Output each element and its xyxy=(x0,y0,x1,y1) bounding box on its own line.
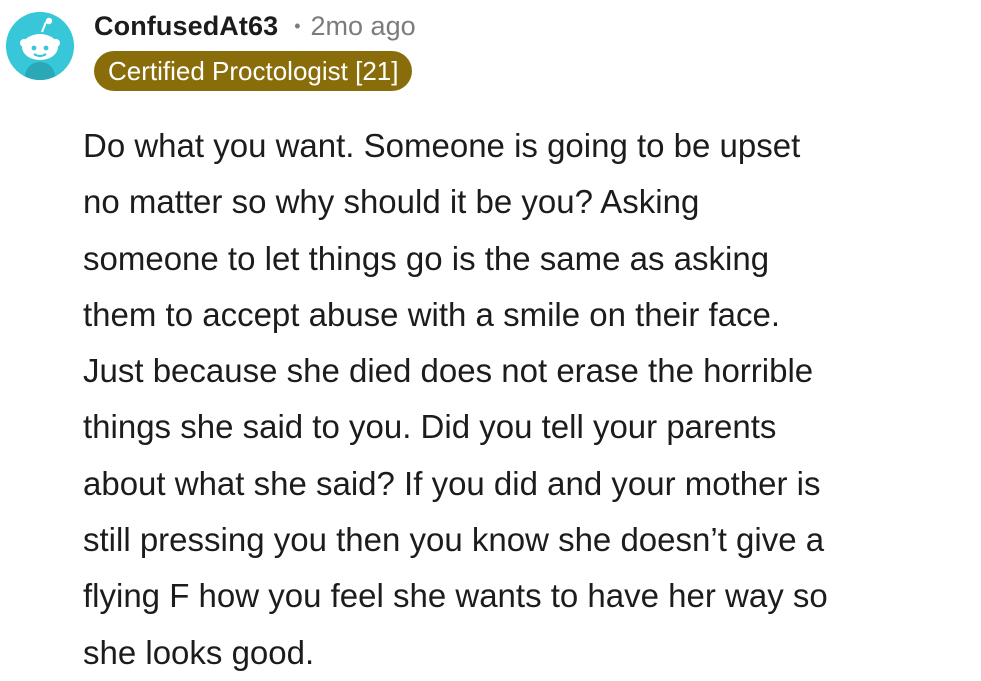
user-flair: Certified Proctologist [21] xyxy=(94,51,413,91)
comment-body-line: things she said to you. Did you tell you… xyxy=(83,408,777,446)
comment-body-line: them to accept abuse with a smile on the… xyxy=(83,295,781,333)
comment-body-line: about what she said? If you did and your… xyxy=(83,464,821,502)
meta-separator: • xyxy=(294,15,301,36)
comment-header: ConfusedAt63 • 2mo ago xyxy=(94,6,416,46)
comment-body: Do what you want. Someone is going to be… xyxy=(83,118,973,681)
comment-body-line: Just because she died does not erase the… xyxy=(83,352,814,390)
username-link[interactable]: ConfusedAt63 xyxy=(94,11,278,42)
snoo-avatar-icon xyxy=(6,12,74,80)
comment-body-line: flying F how you feel she wants to have … xyxy=(83,577,828,615)
comment: ConfusedAt63 • 2mo ago Certified Proctol… xyxy=(0,0,981,674)
comment-body-line: Do what you want. Someone is going to be… xyxy=(83,127,801,164)
comment-body-line: no matter so why should it be you? Askin… xyxy=(83,183,700,221)
user-avatar[interactable] xyxy=(6,12,74,80)
comment-body-line: still pressing you then you know she doe… xyxy=(83,521,825,559)
comment-body-line: she looks good. xyxy=(83,633,315,671)
comment-age: 2mo ago xyxy=(310,10,416,41)
comment-body-line: someone to let things go is the same as … xyxy=(83,239,770,277)
